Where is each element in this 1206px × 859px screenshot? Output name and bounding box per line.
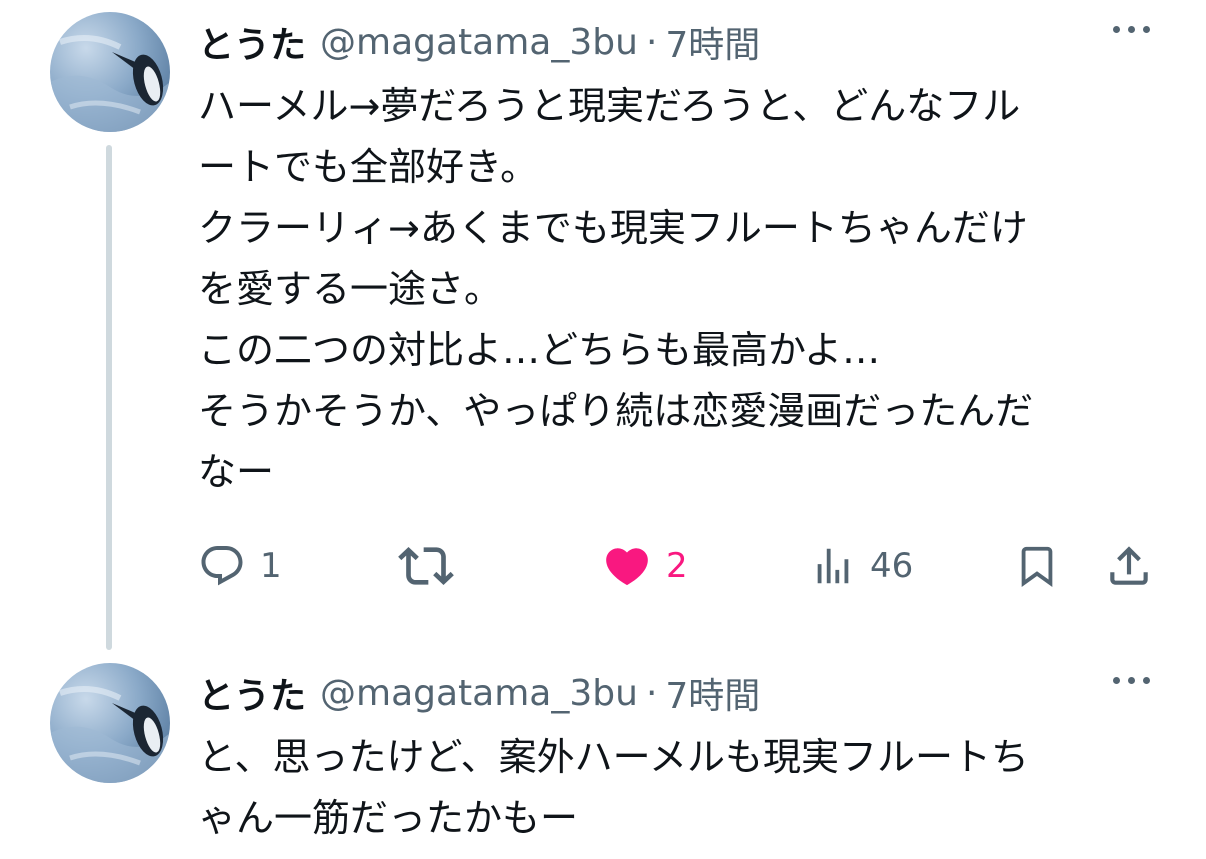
tweet-text: と、思ったけど、案外ハーメルも現実フルートち ゃん一筋だったかもー [198,735,1030,840]
author-name[interactable]: とうた [198,667,306,719]
tweet-text: ハーメル→夢だろうと現実だろうと、どんなフル ートでも全部好き。 クラーリィ→あ… [198,84,1034,494]
timestamp[interactable]: 7時間 [665,16,760,68]
reply-icon [198,542,246,590]
heart-icon [602,541,652,591]
retweet-icon [398,538,454,594]
share-icon [1104,541,1154,591]
avatar[interactable] [50,663,170,783]
more-icon[interactable] [1113,26,1150,33]
timestamp[interactable]: 7時間 [665,667,760,719]
author-handle[interactable]: @magatama_3bu [320,22,638,63]
thread-connector-line [106,145,112,650]
separator-dot: · [645,672,658,714]
penguin-avatar-image [50,35,170,132]
author-handle[interactable]: @magatama_3bu [320,673,638,714]
author-name[interactable]: とうた [198,16,306,68]
bookmark-button[interactable] [1014,535,1060,597]
bookmark-icon [1014,540,1060,592]
avatar[interactable] [50,12,170,132]
like-count: 2 [666,546,688,586]
tweet-header: とうた @magatama_3bu · 7時間 [198,12,1158,72]
reply-button[interactable]: 1 [198,535,282,597]
views-icon [810,543,856,589]
penguin-avatar-image [50,686,170,783]
views-button[interactable]: 46 [810,535,913,597]
tweet[interactable]: とうた @magatama_3bu · 7時間 ハーメル→夢だろうと現実だろうと… [0,0,1206,655]
views-count: 46 [870,546,914,586]
separator-dot: · [645,21,658,63]
reply-count: 1 [260,546,282,586]
action-bar: 1 2 46 [198,535,1158,597]
more-icon[interactable] [1113,677,1150,684]
retweet-button[interactable] [398,535,468,597]
like-button[interactable]: 2 [602,535,688,597]
share-button[interactable] [1104,535,1154,597]
tweet-header: とうた @magatama_3bu · 7時間 [198,663,1158,723]
tweet[interactable]: とうた @magatama_3bu · 7時間 と、思ったけど、案外ハーメルも現… [0,655,1206,859]
